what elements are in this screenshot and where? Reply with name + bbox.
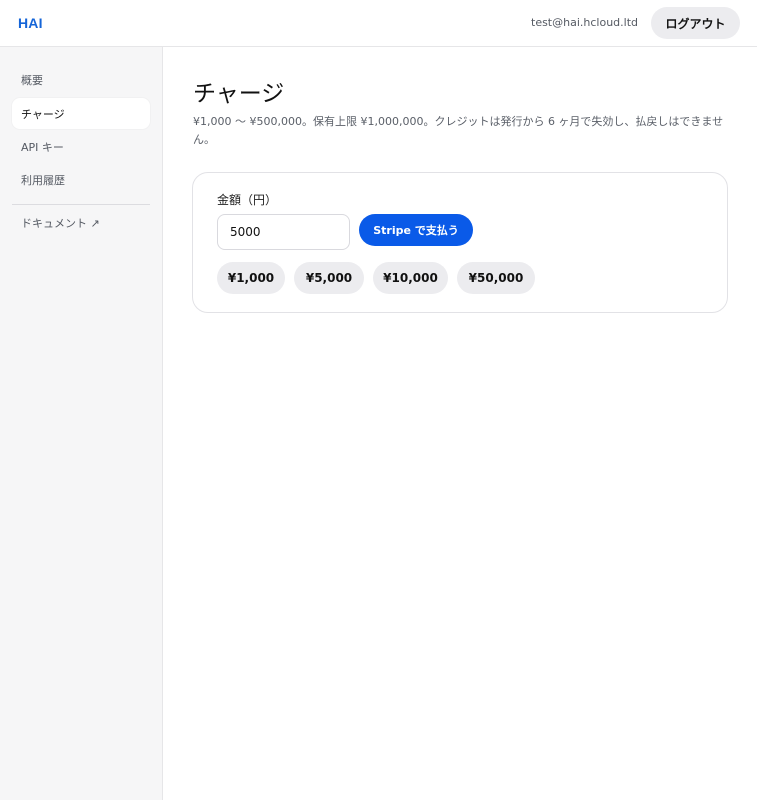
- stripe-pay-button[interactable]: Stripe で支払う: [359, 214, 473, 246]
- charge-card: 金額（円） Stripe で支払う ¥1,000 ¥5,000 ¥10,000 …: [192, 172, 728, 313]
- user-email: test@hai.hcloud.ltd: [531, 16, 638, 29]
- sidebar-item-label: 利用履歴: [21, 173, 65, 187]
- sidebar: 概要 チャージ API キー 利用履歴 ドキュメント ↗: [0, 47, 163, 800]
- amount-label: 金額（円）: [217, 193, 278, 207]
- preset-amount-button[interactable]: ¥10,000: [373, 262, 448, 294]
- app-logo[interactable]: HAI: [18, 15, 43, 31]
- sidebar-item-docs-link[interactable]: ドキュメント ↗: [12, 207, 150, 238]
- preset-amount-button[interactable]: ¥50,000: [457, 262, 535, 294]
- sidebar-item-label: ドキュメント ↗: [21, 216, 100, 230]
- page-title: チャージ: [193, 81, 285, 107]
- sidebar-item-label: 概要: [21, 73, 43, 87]
- sidebar-item-charge[interactable]: チャージ: [12, 98, 150, 129]
- page-description: ¥1,000 〜 ¥500,000。保有上限 ¥1,000,000。クレジットは…: [193, 115, 724, 146]
- amount-input[interactable]: [217, 214, 350, 250]
- main-content: チャージ ¥1,000 〜 ¥500,000。保有上限 ¥1,000,000。ク…: [163, 47, 757, 800]
- sidebar-item-label: API キー: [21, 140, 64, 154]
- sidebar-item-api-keys[interactable]: API キー: [12, 131, 150, 162]
- sidebar-item-label: チャージ: [21, 107, 65, 121]
- sidebar-item-usage-history[interactable]: 利用履歴: [12, 164, 150, 195]
- preset-amount-button[interactable]: ¥1,000: [217, 262, 285, 294]
- preset-amount-button[interactable]: ¥5,000: [294, 262, 364, 294]
- sidebar-item-overview[interactable]: 概要: [12, 64, 150, 95]
- top-header: HAI test@hai.hcloud.ltd ログアウト: [0, 0, 757, 47]
- logout-button[interactable]: ログアウト: [651, 7, 740, 39]
- sidebar-divider: [12, 204, 150, 205]
